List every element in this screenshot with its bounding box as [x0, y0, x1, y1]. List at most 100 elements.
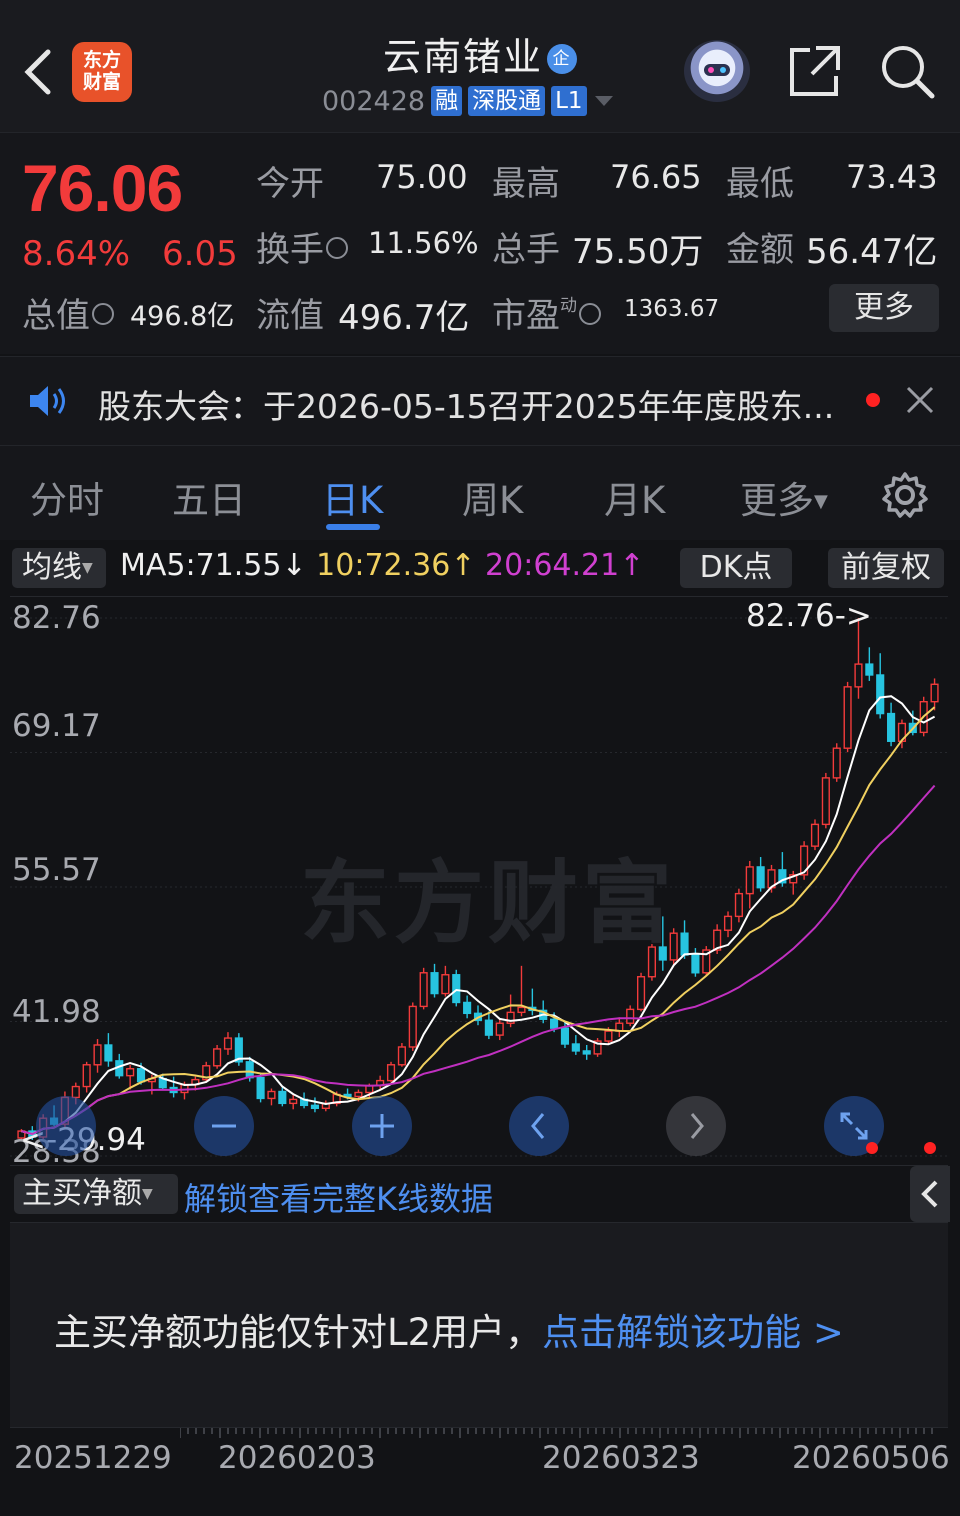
- dk-point-button[interactable]: DK点: [680, 548, 792, 588]
- float-label: 流值: [256, 296, 324, 336]
- notice-text[interactable]: 股东大会：于2026-05-15召开2025年年度股东...: [98, 380, 834, 428]
- unlock-feature-link[interactable]: 点击解锁该功能 >: [542, 1311, 844, 1354]
- turnover-label: 换手: [256, 222, 350, 271]
- low-value: 73.43: [846, 158, 938, 196]
- date-label-4: 20260506: [792, 1440, 950, 1476]
- y-label-3: 55.57: [12, 852, 101, 888]
- active-tab-indicator: [326, 524, 380, 530]
- candle: [887, 702, 896, 747]
- candle: [843, 681, 852, 753]
- change-value: 6.05: [162, 234, 238, 274]
- adjust-button[interactable]: 前复权: [828, 548, 944, 588]
- float-value: 496.7亿: [338, 298, 470, 338]
- candle: [169, 1076, 178, 1098]
- max-price-annotation: 82.76->: [746, 598, 872, 634]
- dropdown-arrow-icon: [594, 96, 613, 106]
- zoom-in-button[interactable]: [352, 1096, 412, 1156]
- margin-tag: 融: [431, 86, 463, 116]
- tab-intraday[interactable]: 分时: [30, 470, 104, 524]
- l2-lock-message: 主买净额功能仅针对L2用户，点击解锁该功能 >: [54, 1311, 844, 1354]
- unlock-kline-link[interactable]: 解锁查看完整K线数据: [184, 1174, 493, 1220]
- candle: [484, 1011, 493, 1040]
- stock-code-row[interactable]: 002428 融 深股通 L1: [322, 84, 615, 118]
- high-value: 76.65: [610, 158, 702, 196]
- gear-icon[interactable]: [880, 470, 930, 520]
- scroll-left-fast-button[interactable]: [36, 1096, 96, 1156]
- candle: [506, 994, 515, 1028]
- candle: [82, 1061, 91, 1093]
- candle: [234, 1033, 243, 1066]
- candle: [745, 860, 754, 909]
- candle: [430, 963, 439, 998]
- volume-label: 总手: [492, 230, 560, 270]
- candle: [658, 916, 667, 971]
- time-axis-ticks: [180, 1428, 933, 1438]
- unread-dot: [866, 393, 880, 407]
- candle: [626, 1005, 635, 1027]
- date-label-2: 20260203: [218, 1440, 376, 1476]
- candle: [473, 1005, 483, 1026]
- zoom-out-button[interactable]: [194, 1096, 254, 1156]
- scroll-left-button[interactable]: [509, 1096, 569, 1156]
- ma20-value: 20:64.21: [485, 548, 620, 583]
- info-icon[interactable]: [92, 303, 114, 325]
- mktcap-value: 496.8亿: [130, 301, 235, 332]
- candle: [93, 1039, 102, 1073]
- turnover-value: 11.56%: [368, 226, 479, 260]
- search-icon[interactable]: [878, 42, 936, 100]
- candle: [647, 944, 656, 981]
- open-label: 今开: [256, 164, 324, 204]
- alert-dot: [866, 1142, 878, 1154]
- pe-value: 1363.67: [624, 296, 720, 322]
- tab-five-day[interactable]: 五日: [172, 470, 246, 524]
- tab-daily-k[interactable]: 日K: [322, 470, 383, 524]
- ma-selector[interactable]: 均线▼: [12, 548, 106, 588]
- candle: [593, 1038, 602, 1057]
- close-icon[interactable]: [902, 380, 938, 420]
- candle: [213, 1044, 222, 1069]
- candle: [582, 1044, 591, 1060]
- tab-weekly-k[interactable]: 周K: [462, 470, 523, 524]
- connect-tag: 深股通: [468, 86, 546, 116]
- tab-monthly-k[interactable]: 月K: [604, 470, 665, 524]
- y-label-2: 69.17: [12, 708, 101, 744]
- candle: [615, 1017, 624, 1038]
- candle: [756, 857, 765, 892]
- candle: [463, 995, 472, 1019]
- date-label-1: 20251229: [14, 1440, 172, 1476]
- share-icon[interactable]: [786, 42, 844, 100]
- candle: [452, 969, 461, 1007]
- candle: [528, 988, 537, 1016]
- candle: [723, 911, 733, 938]
- candle: [832, 743, 841, 782]
- scroll-right-button[interactable]: [666, 1096, 726, 1156]
- candle: [397, 1043, 406, 1067]
- info-icon[interactable]: [326, 237, 348, 259]
- candle: [702, 946, 711, 976]
- candle: [865, 647, 874, 681]
- ma-values: MA5:71.55↓ 10:72.36↑ 20:64.21↑: [120, 548, 645, 583]
- dropdown-arrow-icon: ▼: [142, 1186, 153, 1202]
- tab-more[interactable]: 更多▼: [740, 470, 828, 524]
- candle: [495, 1019, 504, 1041]
- change-percent: 8.64%: [22, 234, 131, 274]
- candle: [810, 819, 820, 851]
- low-label: 最低: [726, 164, 794, 204]
- dropdown-arrow-icon: ▼: [82, 560, 93, 576]
- info-icon[interactable]: [579, 303, 601, 325]
- ma5-line: [21, 695, 936, 1136]
- ma5-value: MA5:71.55: [120, 548, 282, 583]
- y-label-max: 82.76: [12, 600, 101, 636]
- candle: [386, 1061, 396, 1083]
- assistant-robot-icon[interactable]: [684, 40, 750, 102]
- kline-chart[interactable]: [10, 596, 948, 1166]
- collapse-panel-button[interactable]: [910, 1166, 950, 1222]
- amount-label: 金额: [726, 230, 794, 270]
- candle: [223, 1032, 233, 1055]
- candle: [408, 1002, 417, 1051]
- ma10-value: 10:72.36: [316, 548, 451, 583]
- candle: [256, 1072, 265, 1103]
- indicator-selector[interactable]: 主买净额▼: [14, 1174, 178, 1214]
- more-quote-button[interactable]: 更多: [829, 284, 939, 332]
- candle: [289, 1094, 298, 1110]
